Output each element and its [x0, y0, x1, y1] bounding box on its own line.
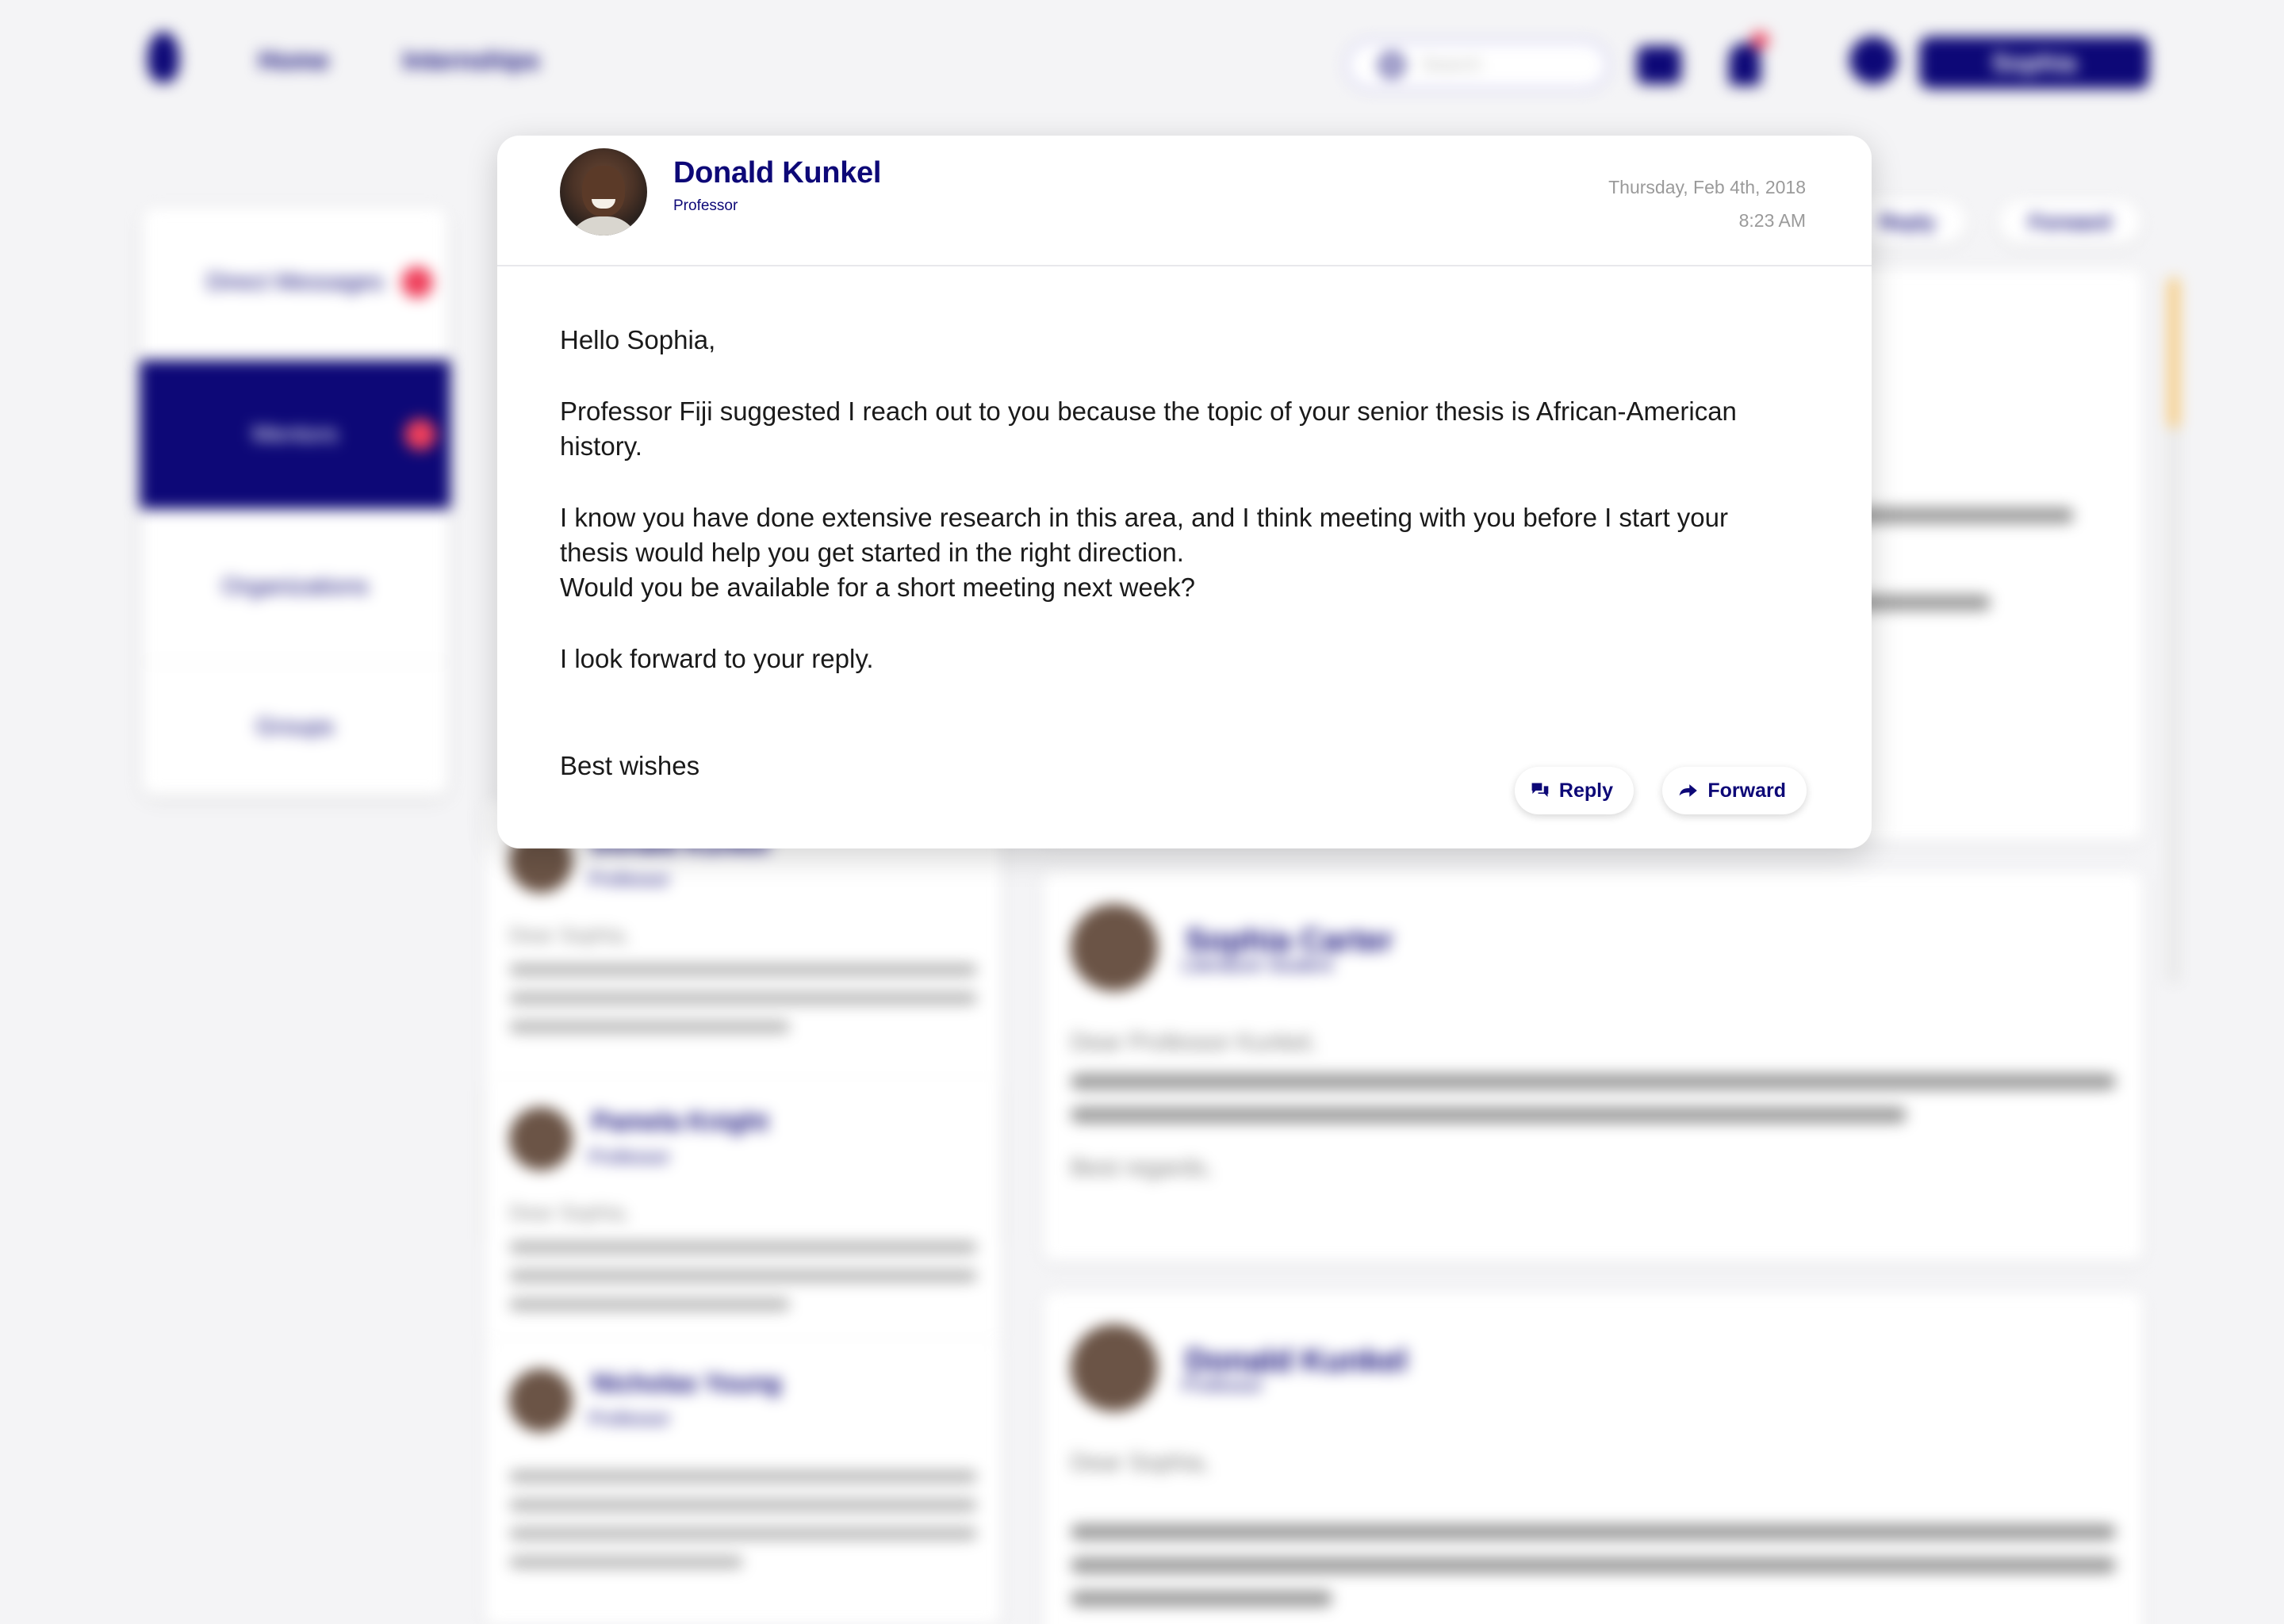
message-text-line — [1071, 1524, 2116, 1540]
search-input[interactable]: Search — [1345, 40, 1610, 90]
thread-sender-name: Pamela Knight — [592, 1107, 768, 1136]
avatar — [509, 1369, 573, 1432]
unread-badge — [401, 266, 433, 298]
forward-button[interactable]: Forward — [1662, 767, 1807, 814]
top-navigation: Home Internships Search Sophia — [0, 0, 2284, 127]
user-menu-button[interactable]: Sophia — [1919, 36, 2149, 89]
thread-text-line — [509, 1470, 977, 1483]
message-timestamp: Thursday, Feb 4th, 2018 8:23 AM — [1608, 170, 1806, 237]
reply-icon — [1531, 783, 1549, 797]
message-paragraph: Would you be available for a short meeti… — [560, 573, 1196, 602]
avatar — [1071, 1324, 1158, 1411]
avatar — [560, 148, 647, 236]
message-paragraph: Professor Fiji suggested I reach out to … — [560, 396, 1737, 461]
message-greeting: Dear Professor Kunkel, — [1071, 1029, 1317, 1055]
reply-button[interactable]: Reply — [1515, 767, 1634, 814]
messages-icon[interactable] — [1637, 46, 1681, 84]
thread-sender-role: Professor — [588, 1408, 670, 1430]
message-sender-name: Sophia Carter — [1185, 923, 1393, 958]
thread-text-line — [509, 992, 977, 1005]
message-sender-name: Donald Kunkel — [1185, 1343, 1408, 1378]
message-card: Sophia Carter Literature Student Dear Pr… — [1044, 872, 2143, 1261]
message-closing: Best regards, — [1071, 1155, 1213, 1181]
reply-label: Reply — [1879, 209, 1936, 234]
sidebar-item-label: Organizations — [221, 573, 369, 599]
thread-text-line — [509, 1021, 790, 1033]
sender-name: Donald Kunkel — [673, 156, 882, 190]
reply-label: Reply — [1558, 779, 1613, 802]
thread-sender-role: Professor — [588, 869, 670, 891]
thread-sender-role: Professor — [588, 1147, 670, 1168]
thread-text-line — [509, 1556, 743, 1568]
avatar-shirt — [568, 216, 639, 236]
search-icon — [1380, 53, 1404, 77]
forward-label: Forward — [1707, 779, 1786, 802]
sidebar-item-label: Direct Messages — [206, 269, 384, 295]
thread-text-line — [509, 1499, 977, 1511]
thread-greeting: Dear Sophia, — [509, 923, 630, 947]
thread-greeting: Dear Sophia, — [509, 1201, 630, 1224]
thread-text-line — [509, 1298, 790, 1311]
sidebar-item-organizations[interactable]: Organizations — [143, 512, 447, 663]
scrollbar[interactable] — [2168, 278, 2179, 983]
message-text-line — [1071, 1591, 1332, 1607]
avatar — [1071, 904, 1158, 991]
sidebar-item-mentors[interactable]: Mentors — [140, 360, 450, 511]
forward-button-background[interactable]: Forward — [1998, 200, 2141, 244]
unread-badge — [404, 419, 436, 450]
thread-item[interactable]: Nicholas Young Professor — [485, 1340, 1001, 1624]
message-greeting: Hello Sophia, — [560, 325, 716, 354]
thread-text-line — [509, 963, 977, 976]
thread-text-line — [509, 1241, 977, 1254]
sidebar-item-groups[interactable]: Groups — [143, 652, 447, 802]
thread-item[interactable]: Pamela Knight Professor Dear Sophia, — [485, 1078, 1001, 1348]
thread-text-line — [509, 1527, 977, 1540]
nav-internships-link[interactable]: Internships — [403, 46, 539, 75]
message-paragraph: I know you have done extensive research … — [560, 503, 1728, 567]
message-date: Thursday, Feb 4th, 2018 — [1608, 177, 1806, 197]
user-menu-label: Sophia — [1991, 48, 2077, 77]
thread-text-line — [509, 1270, 977, 1282]
message-card: Donald Kunkel Professor Dear Sophia, — [1044, 1293, 2143, 1624]
sender-role: Professor — [673, 197, 738, 214]
logo-icon — [148, 32, 179, 82]
message-text-line — [1071, 1107, 1907, 1123]
message-sender-role: Professor — [1182, 1375, 1263, 1396]
avatar — [509, 1107, 573, 1170]
sidebar-item-direct-messages[interactable]: Direct Messages — [143, 208, 447, 358]
sidebar-item-label: Groups — [255, 714, 335, 740]
nav-home-link[interactable]: Home — [259, 46, 329, 75]
message-time: 8:23 AM — [1738, 210, 1806, 231]
search-placeholder: Search — [1421, 54, 1482, 75]
message-signoff: Best wishes — [560, 751, 700, 780]
avatar-face — [582, 166, 625, 216]
message-text-line — [1071, 1074, 2116, 1090]
scrollbar-thumb[interactable] — [2168, 278, 2179, 428]
thread-sender-name: Nicholas Young — [592, 1369, 782, 1397]
message-sender-role: Literature Student — [1182, 955, 1333, 976]
message-text-line — [1071, 1557, 2116, 1573]
user-avatar-icon[interactable] — [1849, 36, 1897, 84]
sidebar-item-label: Mentors — [251, 421, 339, 447]
bell-icon[interactable] — [1729, 43, 1761, 86]
message-body: Hello Sophia, Professor Fiji suggested I… — [560, 323, 1797, 713]
forward-label: Forward — [2029, 209, 2111, 234]
modal-header: Donald Kunkel Professor Thursday, Feb 4t… — [497, 136, 1872, 266]
message-greeting: Dear Sophia, — [1071, 1450, 1210, 1476]
forward-arrow-icon — [1679, 784, 1697, 797]
notification-badge — [1751, 32, 1769, 49]
message-modal: Donald Kunkel Professor Thursday, Feb 4t… — [497, 136, 1872, 848]
sidebar: Direct Messages Mentors Organizations Gr… — [140, 208, 450, 795]
message-paragraph: I look forward to your reply. — [560, 644, 874, 673]
